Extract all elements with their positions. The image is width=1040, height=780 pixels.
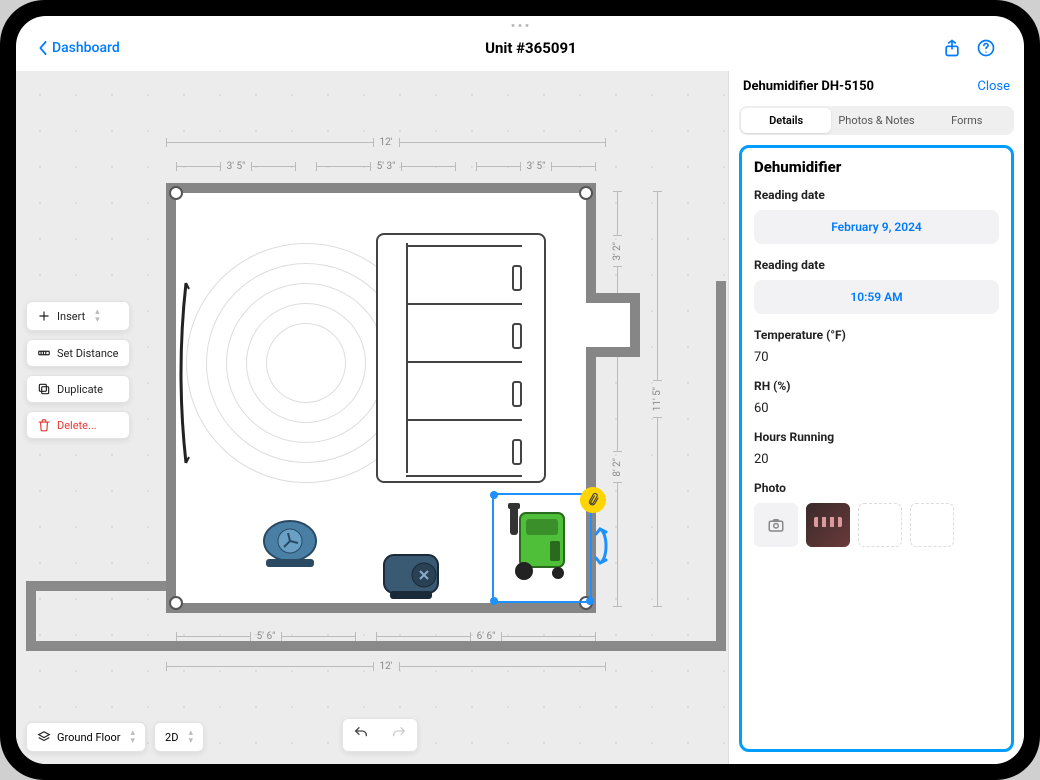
page-title: Unit #365091 xyxy=(485,39,577,57)
dimension-top-b: 5' 3" xyxy=(316,161,456,172)
insert-label: Insert xyxy=(57,310,85,323)
panel-title: Dehumidifier DH-5150 xyxy=(743,79,874,94)
dimension-top-a: 3' 5" xyxy=(176,161,296,172)
room xyxy=(166,183,596,613)
help-icon[interactable] xyxy=(976,38,996,58)
photo-slot-empty[interactable] xyxy=(910,503,954,547)
view-mode-label: 2D xyxy=(165,731,178,744)
dimension-right-total: 11' 5" xyxy=(652,191,663,607)
topbar: Dashboard Unit #365091 xyxy=(16,38,1024,58)
panel-body: Dehumidifier Reading date February 9, 20… xyxy=(739,145,1014,752)
back-label: Dashboard xyxy=(52,40,120,56)
dimension-top-c: 3' 5" xyxy=(476,161,596,172)
resize-handle[interactable] xyxy=(490,491,498,499)
topbar-actions xyxy=(942,38,1002,58)
details-panel: Dehumidifier DH-5150 Close Details Photo… xyxy=(729,71,1024,764)
label-hours: Hours Running xyxy=(754,430,999,444)
dimension-top-total: 12' xyxy=(166,137,606,148)
wall-node[interactable] xyxy=(169,186,183,200)
left-toolbar: Insert ▴▾ Set Distance Duplicate Delete.… xyxy=(26,301,130,439)
chevron-updown-icon: ▴▾ xyxy=(95,308,100,324)
wall-node[interactable] xyxy=(579,186,593,200)
wall-segment xyxy=(26,641,726,651)
field-photo: Photo xyxy=(754,481,999,547)
air-mover-object[interactable] xyxy=(256,513,326,573)
add-photo-button[interactable] xyxy=(754,503,798,547)
dimension-bottom-total: 12' xyxy=(166,661,606,672)
resize-handle[interactable] xyxy=(586,597,594,605)
duplicate-label: Duplicate xyxy=(57,383,103,396)
tab-photos-notes[interactable]: Photos & Notes xyxy=(831,108,921,133)
redo-button xyxy=(381,719,417,751)
label-reading-date: Reading date xyxy=(754,188,999,202)
dimension-bottom-b: 6' 6" xyxy=(376,631,596,642)
temperature-value[interactable]: 70 xyxy=(754,350,999,365)
floor-selector[interactable]: Ground Floor ▴▾ xyxy=(26,722,146,752)
insert-button[interactable]: Insert ▴▾ xyxy=(26,301,130,331)
rotate-handle[interactable] xyxy=(594,523,614,573)
photo-thumbnail[interactable] xyxy=(806,503,850,547)
sofa-object[interactable] xyxy=(376,233,546,483)
field-rh: RH (%) 60 xyxy=(754,379,999,416)
view-mode-selector[interactable]: 2D ▴▾ xyxy=(154,722,204,752)
photo-row xyxy=(754,503,999,547)
reading-date-value[interactable]: February 9, 2024 xyxy=(754,210,999,244)
detail-tabs: Details Photos & Notes Forms xyxy=(739,106,1014,135)
field-reading-time: Reading date 10:59 AM xyxy=(754,258,999,314)
bottom-left-controls: Ground Floor ▴▾ 2D ▴▾ xyxy=(26,722,204,752)
air-scrubber-object[interactable] xyxy=(376,543,446,603)
label-reading-time: Reading date xyxy=(754,258,999,272)
wall-node[interactable] xyxy=(169,596,183,610)
wall-segment xyxy=(716,281,726,651)
device-frame: Dashboard Unit #365091 Insert ▴▾ xyxy=(0,0,1040,780)
multitask-dots xyxy=(512,24,529,27)
field-reading-date: Reading date February 9, 2024 xyxy=(754,188,999,244)
hours-value[interactable]: 20 xyxy=(754,452,999,467)
dehumidifier-object[interactable] xyxy=(506,503,576,583)
tab-details[interactable]: Details xyxy=(741,108,831,133)
panel-header: Dehumidifier DH-5150 Close xyxy=(729,71,1024,100)
duplicate-button[interactable]: Duplicate xyxy=(26,375,130,403)
chevron-updown-icon: ▴▾ xyxy=(188,729,193,745)
resize-handle[interactable] xyxy=(490,597,498,605)
close-button[interactable]: Close xyxy=(977,79,1010,94)
tv-object[interactable] xyxy=(174,273,190,473)
delete-label: Delete... xyxy=(57,419,97,432)
set-distance-label: Set Distance xyxy=(57,347,119,360)
share-icon[interactable] xyxy=(942,38,962,58)
field-hours: Hours Running 20 xyxy=(754,430,999,467)
set-distance-button[interactable]: Set Distance xyxy=(26,339,130,367)
back-button[interactable]: Dashboard xyxy=(38,40,120,56)
rh-value[interactable]: 60 xyxy=(754,401,999,416)
undo-button[interactable] xyxy=(343,719,379,751)
delete-button[interactable]: Delete... xyxy=(26,411,130,439)
label-photo: Photo xyxy=(754,481,999,495)
section-title: Dehumidifier xyxy=(754,158,999,176)
wall-segment xyxy=(26,581,166,591)
floor-plan: 12' 3' 5" 5' 3" 3' 5" 3' 2" 8' 2" 11' 5"… xyxy=(116,131,636,641)
undo-redo-controls xyxy=(342,718,418,752)
floor-label: Ground Floor xyxy=(57,731,121,744)
photo-slot-empty[interactable] xyxy=(858,503,902,547)
dimension-bottom-a: 5' 6" xyxy=(176,631,356,642)
label-rh: RH (%) xyxy=(754,379,999,393)
screen: Dashboard Unit #365091 Insert ▴▾ xyxy=(16,16,1024,764)
label-temperature: Temperature (°F) xyxy=(754,328,999,342)
floorplan-canvas[interactable]: Insert ▴▾ Set Distance Duplicate Delete.… xyxy=(16,71,729,764)
chevron-updown-icon: ▴▾ xyxy=(131,729,136,745)
reading-time-value[interactable]: 10:59 AM xyxy=(754,280,999,314)
field-temperature: Temperature (°F) 70 xyxy=(754,328,999,365)
tab-forms[interactable]: Forms xyxy=(922,108,1012,133)
